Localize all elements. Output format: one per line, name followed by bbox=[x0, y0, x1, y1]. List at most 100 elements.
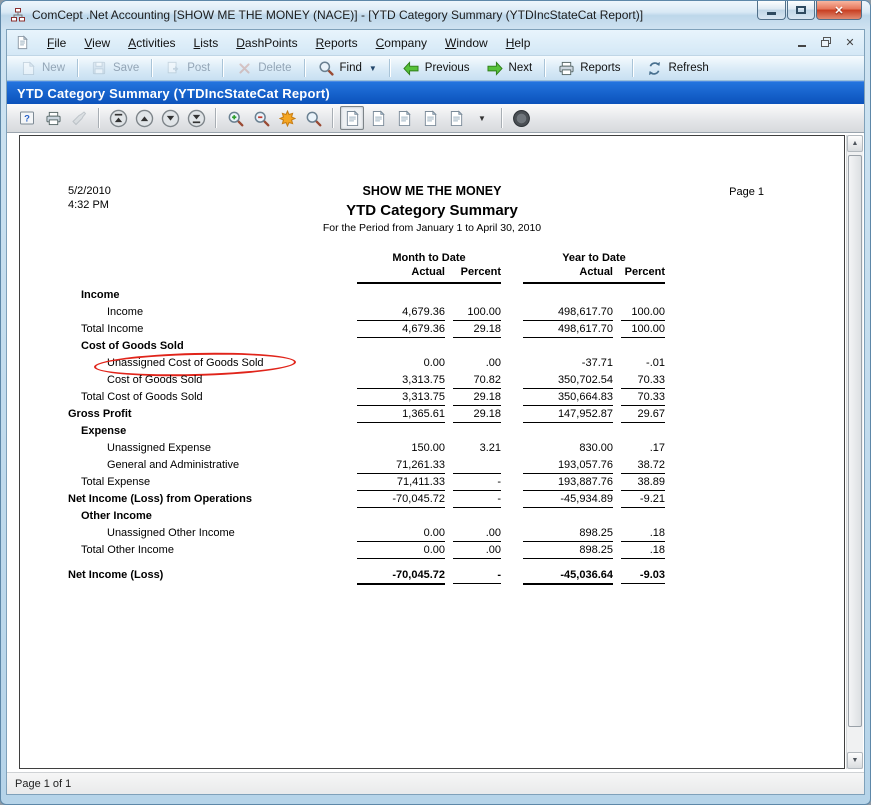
report-row: Gross Profit1,365.6129.18147,952.8729.67 bbox=[68, 408, 665, 425]
group-header-ytd: Year to Date bbox=[523, 252, 665, 266]
toolbar-button-label: Delete bbox=[258, 62, 291, 74]
last-page-icon[interactable] bbox=[184, 106, 208, 130]
first-page-icon[interactable] bbox=[106, 106, 130, 130]
find-button[interactable]: Find▼ bbox=[309, 57, 385, 79]
refresh-icon bbox=[645, 60, 663, 76]
menu-reports[interactable]: Reports bbox=[307, 33, 367, 53]
next-button[interactable]: Next bbox=[478, 57, 541, 79]
menu-items: FileViewActivitiesListsDashPointsReports… bbox=[38, 33, 539, 53]
menu-help[interactable]: Help bbox=[497, 33, 540, 53]
value-cell: 3.21 bbox=[453, 442, 501, 459]
column-headers: Month to Date Actual Percent Year to Dat… bbox=[68, 252, 665, 284]
reports-button[interactable]: Reports bbox=[549, 57, 628, 79]
value-cell: .00 bbox=[453, 357, 501, 374]
new-button[interactable]: New bbox=[11, 57, 73, 79]
previous-page-icon[interactable] bbox=[132, 106, 156, 130]
value-cell: .00 bbox=[453, 527, 501, 542]
report-row-label: Cost of Goods Sold bbox=[68, 340, 665, 357]
page-layout-dropdown-icon[interactable]: ▼ bbox=[470, 106, 494, 130]
report-row-label: Unassigned Cost of Goods Sold bbox=[68, 357, 357, 374]
value-cell: 830.00 bbox=[523, 442, 613, 459]
value-cell: 71,411.33 bbox=[357, 476, 445, 491]
menu-company[interactable]: Company bbox=[367, 33, 436, 53]
print-icon[interactable] bbox=[41, 106, 65, 130]
toolbar-button-label: Post bbox=[187, 62, 210, 74]
value-cell: 38.89 bbox=[621, 476, 665, 491]
new-icon bbox=[19, 60, 37, 76]
vertical-scrollbar[interactable]: ▲ ▼ bbox=[846, 135, 863, 769]
mdi-restore-button[interactable] bbox=[818, 34, 834, 50]
report-row-label: General and Administrative bbox=[68, 459, 357, 476]
menu-view[interactable]: View bbox=[75, 33, 119, 53]
menu-activities[interactable]: Activities bbox=[119, 33, 184, 53]
page-layout-4-icon[interactable] bbox=[418, 106, 442, 130]
mdi-restore-icon bbox=[820, 36, 832, 48]
zoom-wizard-icon[interactable] bbox=[275, 106, 299, 130]
post-icon bbox=[164, 60, 182, 76]
export-report-icon[interactable]: ? bbox=[15, 106, 39, 130]
post-button[interactable]: Post bbox=[156, 57, 218, 79]
menu-dashpoints[interactable]: DashPoints bbox=[227, 33, 306, 53]
next-page-icon[interactable] bbox=[158, 106, 182, 130]
menu-bar: FileViewActivitiesListsDashPointsReports… bbox=[7, 30, 864, 56]
delete-button[interactable]: Delete bbox=[227, 57, 299, 79]
zoom-out-icon[interactable] bbox=[249, 106, 273, 130]
window-minimize-button[interactable] bbox=[757, 1, 786, 20]
mdi-minimize-button[interactable] bbox=[794, 34, 810, 50]
window-maximize-button[interactable] bbox=[787, 1, 815, 20]
value-cell: 3,313.75 bbox=[357, 391, 445, 406]
page-layout-single-icon[interactable] bbox=[340, 106, 364, 130]
value-cell: -70,045.72 bbox=[357, 569, 445, 585]
zoom-in-icon[interactable] bbox=[223, 106, 247, 130]
delete-icon bbox=[235, 60, 253, 76]
report-header: 5/2/2010 4:32 PM Page 1 SHOW ME THE MONE… bbox=[20, 136, 844, 234]
maximize-icon bbox=[796, 6, 806, 14]
value-cell: 498,617.70 bbox=[523, 306, 613, 321]
report-row: Unassigned Expense150.003.21830.00.17 bbox=[68, 442, 665, 459]
save-button[interactable]: Save bbox=[82, 57, 147, 79]
toolbar-button-label: Previous bbox=[425, 62, 470, 74]
scroll-down-button[interactable]: ▼ bbox=[847, 752, 863, 769]
toolbar-separator bbox=[304, 59, 305, 77]
find-icon bbox=[317, 60, 335, 76]
menu-lists[interactable]: Lists bbox=[185, 33, 228, 53]
column-header-actual: Actual bbox=[523, 266, 613, 280]
printer-icon bbox=[557, 60, 575, 76]
stop-icon[interactable] bbox=[509, 106, 533, 130]
report-time: 4:32 PM bbox=[68, 198, 111, 212]
report-caption-bar: YTD Category Summary (YTDIncStateCat Rep… bbox=[7, 81, 864, 104]
report-period: For the Period from January 1 to April 3… bbox=[20, 222, 844, 234]
scroll-up-button[interactable]: ▲ bbox=[847, 135, 863, 152]
page-layout-5-icon[interactable] bbox=[444, 106, 468, 130]
value-cell: 193,057.76 bbox=[523, 459, 613, 474]
scrollbar-thumb[interactable] bbox=[848, 155, 862, 727]
value-cell: 70.82 bbox=[453, 374, 501, 389]
toolbar-button-label: Next bbox=[509, 62, 533, 74]
report-row: Income bbox=[68, 289, 665, 306]
page-layout-3-icon[interactable] bbox=[392, 106, 416, 130]
toolbar-separator bbox=[501, 108, 502, 128]
page-setup-icon[interactable] bbox=[67, 106, 91, 130]
previous-button[interactable]: Previous bbox=[394, 57, 478, 79]
value-cell: 3,313.75 bbox=[357, 374, 445, 389]
value-cell: 193,887.76 bbox=[523, 476, 613, 491]
mdi-close-button[interactable]: ✕ bbox=[842, 34, 858, 50]
toolbar-separator bbox=[151, 59, 152, 77]
column-header-percent: Percent bbox=[621, 266, 665, 280]
report-row-label: Income bbox=[68, 289, 665, 306]
value-cell: .18 bbox=[621, 544, 665, 559]
page-status-text: Page 1 of 1 bbox=[15, 778, 71, 790]
page-layout-2-icon[interactable] bbox=[366, 106, 390, 130]
value-cell: -9.21 bbox=[621, 493, 665, 508]
value-cell: 70.33 bbox=[621, 374, 665, 389]
app-icon bbox=[10, 7, 26, 23]
zoom-icon[interactable] bbox=[301, 106, 325, 130]
report-area: 5/2/2010 4:32 PM Page 1 SHOW ME THE MONE… bbox=[7, 133, 864, 772]
report-row: Expense bbox=[68, 425, 665, 442]
menu-window[interactable]: Window bbox=[436, 33, 497, 53]
report-title: YTD Category Summary bbox=[20, 202, 844, 219]
window-close-button[interactable]: ✕ bbox=[816, 1, 862, 20]
report-caption-title: YTD Category Summary (YTDIncStateCat Rep… bbox=[17, 86, 330, 101]
refresh-button[interactable]: Refresh bbox=[637, 57, 716, 79]
menu-file[interactable]: File bbox=[38, 33, 75, 53]
